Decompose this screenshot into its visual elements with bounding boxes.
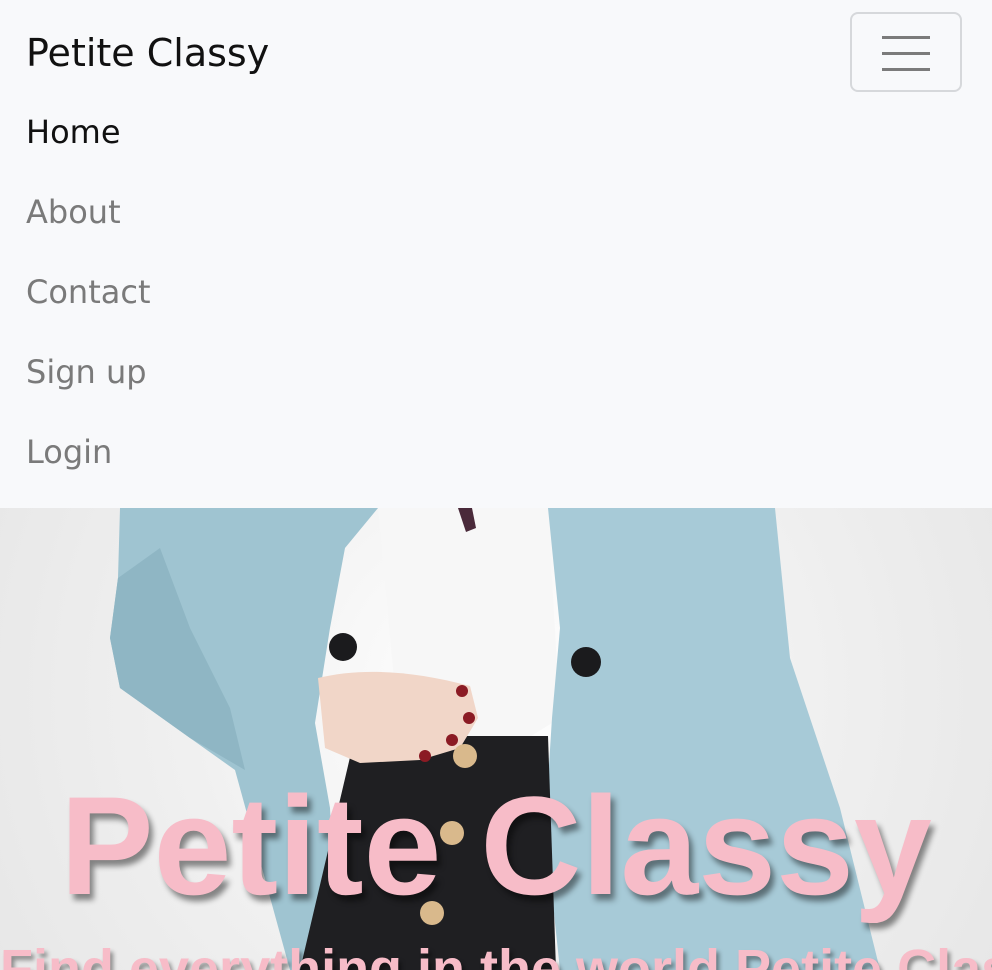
nav-item-contact[interactable]: Contact	[26, 252, 966, 332]
nav-item-sign-up[interactable]: Sign up	[26, 332, 966, 412]
nav-item-about[interactable]: About	[26, 172, 966, 252]
hero-subtitle: Find everything in the world Petite Clas…	[0, 939, 992, 970]
brand-link[interactable]: Petite Classy	[26, 28, 269, 78]
nav-menu: Home About Contact Sign up Login	[26, 92, 966, 492]
navbar: Petite Classy Home About Contact Sign up…	[0, 0, 992, 508]
nav-item-login[interactable]: Login	[26, 412, 966, 492]
hamburger-icon	[882, 36, 930, 72]
nav-item-home[interactable]: Home	[26, 92, 966, 172]
hero-section: Petite Classy Find everything in the wor…	[0, 508, 992, 970]
hero-title: Petite Classy	[60, 767, 932, 924]
navbar-toggler-button[interactable]	[850, 12, 962, 92]
